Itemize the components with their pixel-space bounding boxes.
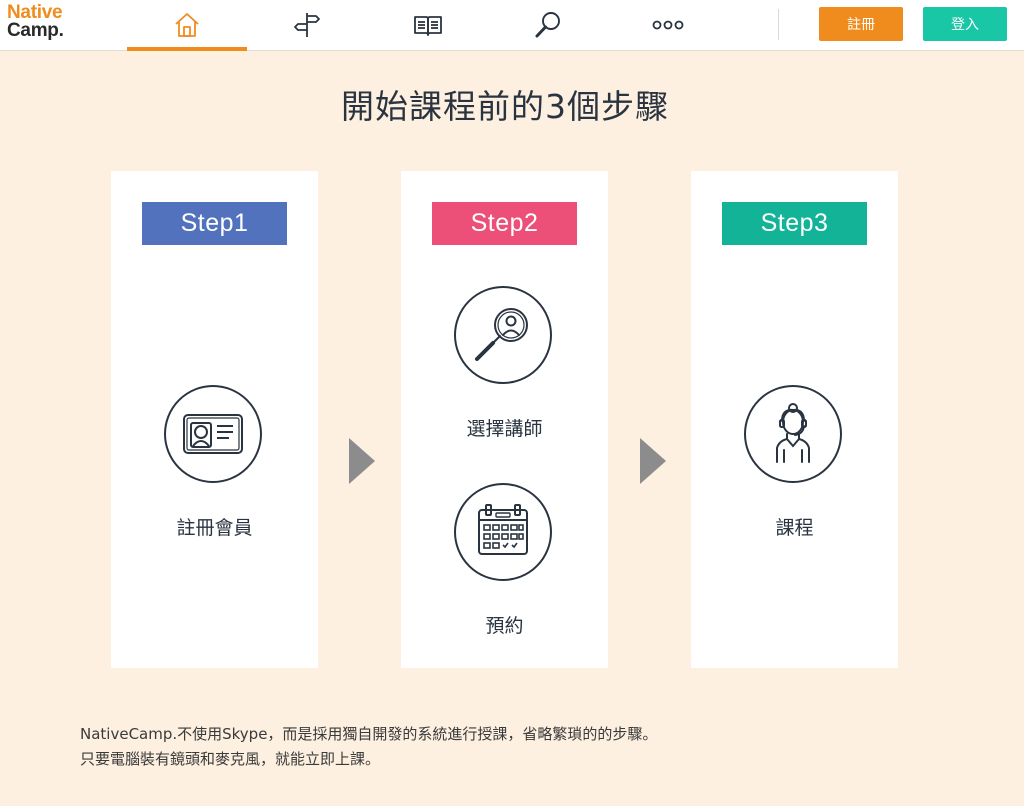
description-line1: NativeCamp.不使用Skype，而是採用獨自開發的系統進行授課，省略繁瑣… xyxy=(80,725,658,743)
nav-guide[interactable] xyxy=(247,0,367,50)
step2-label-reserve: 預約 xyxy=(485,615,524,637)
calendar-icon xyxy=(454,483,552,581)
teacher-headset-icon xyxy=(744,385,842,483)
signpost-icon xyxy=(294,13,320,37)
home-icon xyxy=(175,13,199,37)
logo-line2: Camp. xyxy=(7,20,64,41)
next-step-arrow-1 xyxy=(349,438,375,484)
step3-card: Step3 課程 xyxy=(691,171,898,668)
step2-badge: Step2 xyxy=(432,202,577,245)
step3-badge: Step3 xyxy=(722,202,867,245)
choose-teacher-step-icon xyxy=(453,285,553,385)
lesson-step-icon xyxy=(743,384,843,484)
register-step-icon xyxy=(163,384,263,484)
reserve-step-icon xyxy=(453,482,553,582)
step3-label: 課程 xyxy=(775,517,814,539)
step1-badge: Step1 xyxy=(142,202,287,245)
nav-more[interactable] xyxy=(608,0,728,50)
next-step-arrow-2 xyxy=(640,438,666,484)
step1-card: Step1 註冊會員 xyxy=(111,171,318,668)
top-nav-bar: Native Camp. 註冊 登入 xyxy=(0,0,1024,51)
header-divider xyxy=(778,9,779,40)
nativecamp-logo[interactable]: Native Camp. xyxy=(7,3,64,41)
description-text: NativeCamp.不使用Skype，而是採用獨自開發的系統進行授課，省略繁瑣… xyxy=(80,722,980,772)
nav-home[interactable] xyxy=(127,0,247,51)
step2-label-teacher: 選擇講師 xyxy=(466,418,543,440)
book-icon xyxy=(414,16,442,36)
step2-card: Step2 選擇講師 預約 xyxy=(401,171,608,668)
step1-label: 註冊會員 xyxy=(176,517,253,539)
nav-textbook[interactable] xyxy=(368,0,488,50)
page-title: 開始課程前的3個步驟 xyxy=(341,87,669,126)
description-line2: 只要電腦裝有鏡頭和麥克風，就能立即上課。 xyxy=(80,750,381,768)
search-teacher-icon xyxy=(454,286,552,384)
search-icon xyxy=(535,12,560,38)
login-button[interactable]: 登入 xyxy=(923,7,1007,41)
more-icon xyxy=(652,20,684,30)
nav-search[interactable] xyxy=(488,0,608,50)
register-button[interactable]: 註冊 xyxy=(819,7,903,41)
id-card-icon xyxy=(164,385,262,483)
